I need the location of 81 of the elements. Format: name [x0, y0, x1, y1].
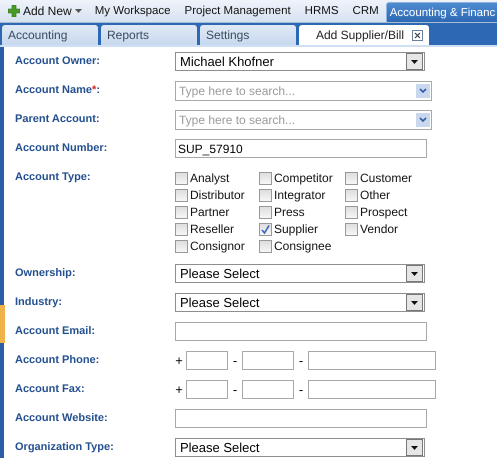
- checkbox-option[interactable]: Partner: [175, 204, 259, 220]
- field-label: Ownership:: [15, 266, 77, 281]
- checkbox[interactable]: [259, 222, 272, 236]
- field-label: Parent Account:: [15, 112, 101, 127]
- field-label: Account Website:: [15, 411, 109, 426]
- checkbox[interactable]: [175, 240, 188, 252]
- nav-tab[interactable]: Accounting & Financ: [386, 2, 497, 22]
- checkbox[interactable]: [345, 172, 358, 184]
- dropdown[interactable]: Please Select: [175, 293, 425, 312]
- separator-text: -: [232, 353, 238, 368]
- close-icon[interactable]: [412, 30, 423, 40]
- checkbox[interactable]: [259, 240, 272, 252]
- separator-text: -: [298, 382, 304, 397]
- checkbox-option[interactable]: Other: [345, 187, 435, 203]
- tab[interactable]: Accounting: [2, 25, 98, 45]
- chevron-down-icon: [416, 84, 430, 98]
- field-label: Organization Type:: [15, 440, 115, 455]
- checkbox-option[interactable]: Reseller: [175, 221, 259, 237]
- input-field[interactable]: [308, 351, 436, 370]
- plus-icon: [8, 5, 20, 17]
- separator-text: +: [175, 382, 183, 397]
- tab-label: Settings: [206, 28, 250, 42]
- checkbox-option[interactable]: Prospect: [345, 204, 435, 220]
- dropdown[interactable]: Please Select: [175, 264, 425, 283]
- input-field[interactable]: [175, 409, 427, 428]
- checkbox-option[interactable]: Analyst: [175, 170, 259, 186]
- input-field[interactable]: [186, 351, 228, 370]
- tab[interactable]: Settings: [200, 25, 296, 45]
- field-label: Account Type:: [15, 170, 92, 185]
- field-label: Account Phone:: [15, 353, 100, 368]
- caret-icon: [74, 9, 82, 13]
- nav-tab[interactable]: HRMS: [298, 0, 346, 22]
- checkbox-option[interactable]: Press: [259, 204, 345, 220]
- separator-text: -: [298, 353, 304, 368]
- nav-tab[interactable]: My Workspace: [88, 0, 178, 22]
- separator-text: +: [175, 353, 183, 368]
- input-field[interactable]: [175, 322, 427, 341]
- combo-box[interactable]: Type here to search...: [175, 81, 432, 101]
- checkbox[interactable]: [259, 188, 272, 202]
- checkbox[interactable]: [259, 206, 272, 218]
- input-field[interactable]: [242, 351, 294, 370]
- field-label: Account Owner:: [15, 54, 101, 69]
- tab[interactable]: Add Supplier/Bill: [299, 25, 429, 45]
- checkbox-option[interactable]: Integrator: [259, 187, 345, 203]
- combo-box[interactable]: Type here to search...: [175, 110, 432, 130]
- checkbox[interactable]: [175, 188, 188, 202]
- checkbox-option[interactable]: Competitor: [259, 170, 345, 186]
- dropdown[interactable]: Please Select: [175, 438, 425, 457]
- checkbox-option[interactable]: Consignor: [175, 238, 259, 254]
- checkbox[interactable]: [345, 222, 358, 236]
- checkbox[interactable]: [175, 172, 188, 184]
- input-field[interactable]: SUP_57910: [175, 139, 427, 158]
- checkbox[interactable]: [345, 206, 358, 218]
- input-field[interactable]: [308, 380, 436, 399]
- tab[interactable]: Reports: [101, 25, 197, 45]
- checkbox[interactable]: [345, 188, 358, 202]
- input-field[interactable]: [186, 380, 228, 399]
- field-label: Account Name*:: [15, 83, 101, 98]
- checkbox-option[interactable]: Customer: [345, 170, 435, 186]
- checkbox-option[interactable]: Vendor: [345, 221, 435, 237]
- separator-text: -: [232, 382, 238, 397]
- input-field[interactable]: [242, 380, 294, 399]
- collapse-handle[interactable]: [0, 305, 5, 343]
- checkbox-option[interactable]: Distributor: [175, 187, 259, 203]
- dropdown[interactable]: Michael Khofner: [175, 52, 425, 71]
- tab-label: Accounting: [8, 28, 68, 42]
- field-label: Account Number:: [15, 141, 108, 156]
- field-label: Account Email:: [15, 324, 96, 339]
- checkbox[interactable]: [259, 172, 272, 184]
- field-label: Account Fax:: [15, 382, 86, 397]
- field-label: Industry:: [15, 295, 64, 310]
- nav-tab[interactable]: Project Management: [178, 0, 298, 22]
- checkbox[interactable]: [175, 222, 188, 236]
- add-new-button[interactable]: Add New: [0, 0, 88, 22]
- tab-label: Reports: [107, 28, 150, 42]
- checkbox[interactable]: [175, 206, 188, 218]
- nav-tab[interactable]: CRM: [346, 0, 386, 22]
- checkbox-option[interactable]: Consignee: [259, 238, 345, 254]
- chevron-down-icon: [416, 113, 430, 127]
- tab-label: Add Supplier/Bill: [316, 28, 404, 42]
- checkbox-option[interactable]: Supplier: [259, 221, 345, 237]
